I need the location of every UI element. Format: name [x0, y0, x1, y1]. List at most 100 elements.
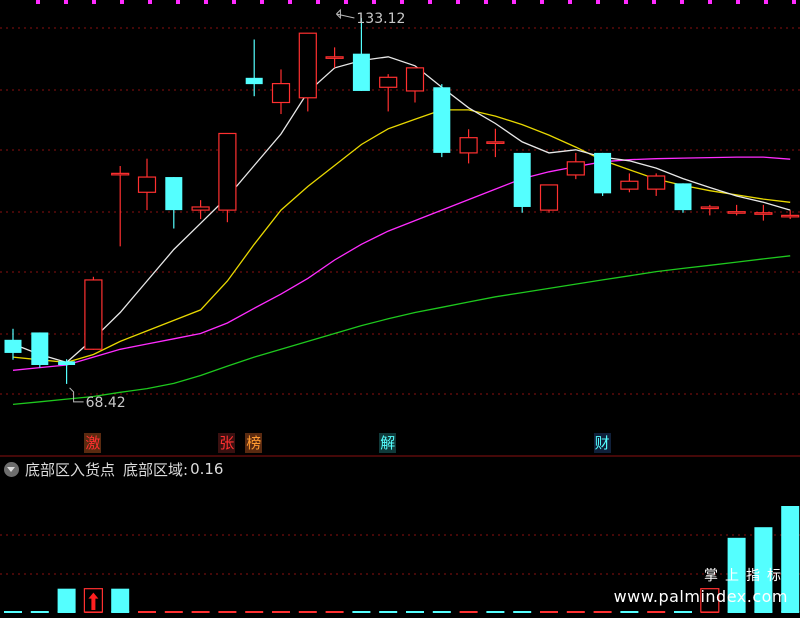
candle-body [566, 161, 585, 176]
indicator-bar-body [111, 588, 130, 612]
candle-body [513, 152, 531, 207]
collapse-chevron-icon[interactable] [4, 461, 19, 477]
candle [781, 210, 800, 220]
candle-body [352, 53, 370, 91]
watermark: 掌上指标 www.palmindex.com [614, 565, 788, 606]
candle-body [647, 175, 666, 190]
top-dot [540, 0, 544, 4]
candle-body [191, 206, 210, 211]
candle-body [674, 183, 692, 211]
top-dot [260, 0, 264, 4]
top-dot [288, 0, 292, 4]
indicator-header: 底部区入货点 底部区域: 0.16 [4, 458, 223, 480]
candle [58, 359, 76, 384]
indicator-bar [57, 588, 76, 613]
candle [137, 158, 157, 211]
candle [271, 69, 291, 115]
candle-body [459, 137, 478, 154]
candle-body [298, 32, 317, 99]
candle-body [4, 339, 22, 353]
top-dot [64, 0, 68, 4]
low-arrow [69, 387, 84, 403]
candle-body [781, 214, 800, 218]
grid-lines [0, 27, 800, 575]
candle-body [111, 172, 130, 176]
top-dot [568, 0, 572, 4]
candle-body [433, 87, 451, 153]
candle-body [165, 177, 183, 211]
indicator-series-label: 底部区域: [123, 460, 189, 479]
candle [84, 276, 103, 350]
event-marker[interactable]: 解 [379, 433, 397, 453]
candle-body [754, 212, 773, 215]
candle [594, 152, 612, 196]
event-marker[interactable]: 激 [84, 433, 102, 453]
top-dot [148, 0, 152, 4]
candle-body [31, 332, 49, 365]
top-dot [344, 0, 348, 4]
candle-body [700, 206, 719, 210]
top-dot [764, 0, 768, 4]
candle [647, 173, 666, 196]
high-price-label: 133.12 [356, 11, 405, 27]
ma-yellow-line [12, 109, 791, 364]
candle-body [379, 76, 398, 88]
top-dot [596, 0, 600, 4]
candle [727, 204, 746, 216]
top-dot [624, 0, 628, 4]
candle [4, 328, 22, 360]
top-dot [204, 0, 208, 4]
candle [513, 152, 531, 213]
top-dot [372, 0, 376, 4]
candle-body [245, 77, 263, 85]
candle-body [271, 82, 291, 104]
candle [620, 173, 639, 193]
candle [111, 166, 130, 247]
event-marker[interactable]: 财 [593, 433, 611, 453]
candle [31, 332, 49, 368]
candle [379, 74, 398, 112]
candle [566, 152, 585, 180]
top-dot [92, 0, 96, 4]
indicator-bar-body [57, 588, 76, 612]
candle-body [58, 361, 76, 365]
top-dot [652, 0, 656, 4]
candle [674, 183, 692, 213]
candle [405, 67, 425, 103]
candle-body [486, 141, 505, 144]
candle-body [84, 279, 103, 350]
candle-body [325, 56, 344, 59]
top-dot [792, 0, 796, 4]
candlestick-series[interactable] [4, 17, 800, 384]
candle-body [137, 176, 157, 193]
event-marker[interactable]: 榜 [245, 433, 263, 453]
indicator-name[interactable]: 底部区入货点 [25, 459, 115, 480]
top-dot [120, 0, 124, 4]
candle-body [594, 152, 612, 194]
candle [700, 204, 719, 216]
candle [165, 177, 183, 229]
candle-body [620, 180, 639, 190]
top-dot [36, 0, 40, 4]
ma-green-line [12, 255, 791, 406]
candle [539, 184, 559, 213]
candle [352, 17, 370, 91]
low-price-label: 68.42 [86, 395, 126, 411]
top-dot [708, 0, 712, 4]
ma-white-line [12, 56, 791, 364]
candle-body [218, 132, 237, 211]
candle [433, 84, 451, 158]
watermark-url: www.palmindex.com [613, 587, 788, 606]
top-dot [484, 0, 488, 4]
top-dotted-border [36, 0, 796, 4]
candle [191, 200, 210, 220]
candle-body [539, 184, 559, 211]
indicator-bar [83, 588, 104, 613]
candle [325, 47, 344, 68]
event-marker[interactable]: 张 [218, 433, 236, 453]
candle [298, 32, 317, 112]
indicator-bar [111, 588, 130, 613]
candle-body [405, 67, 425, 92]
top-dot [512, 0, 516, 4]
top-dot [428, 0, 432, 4]
